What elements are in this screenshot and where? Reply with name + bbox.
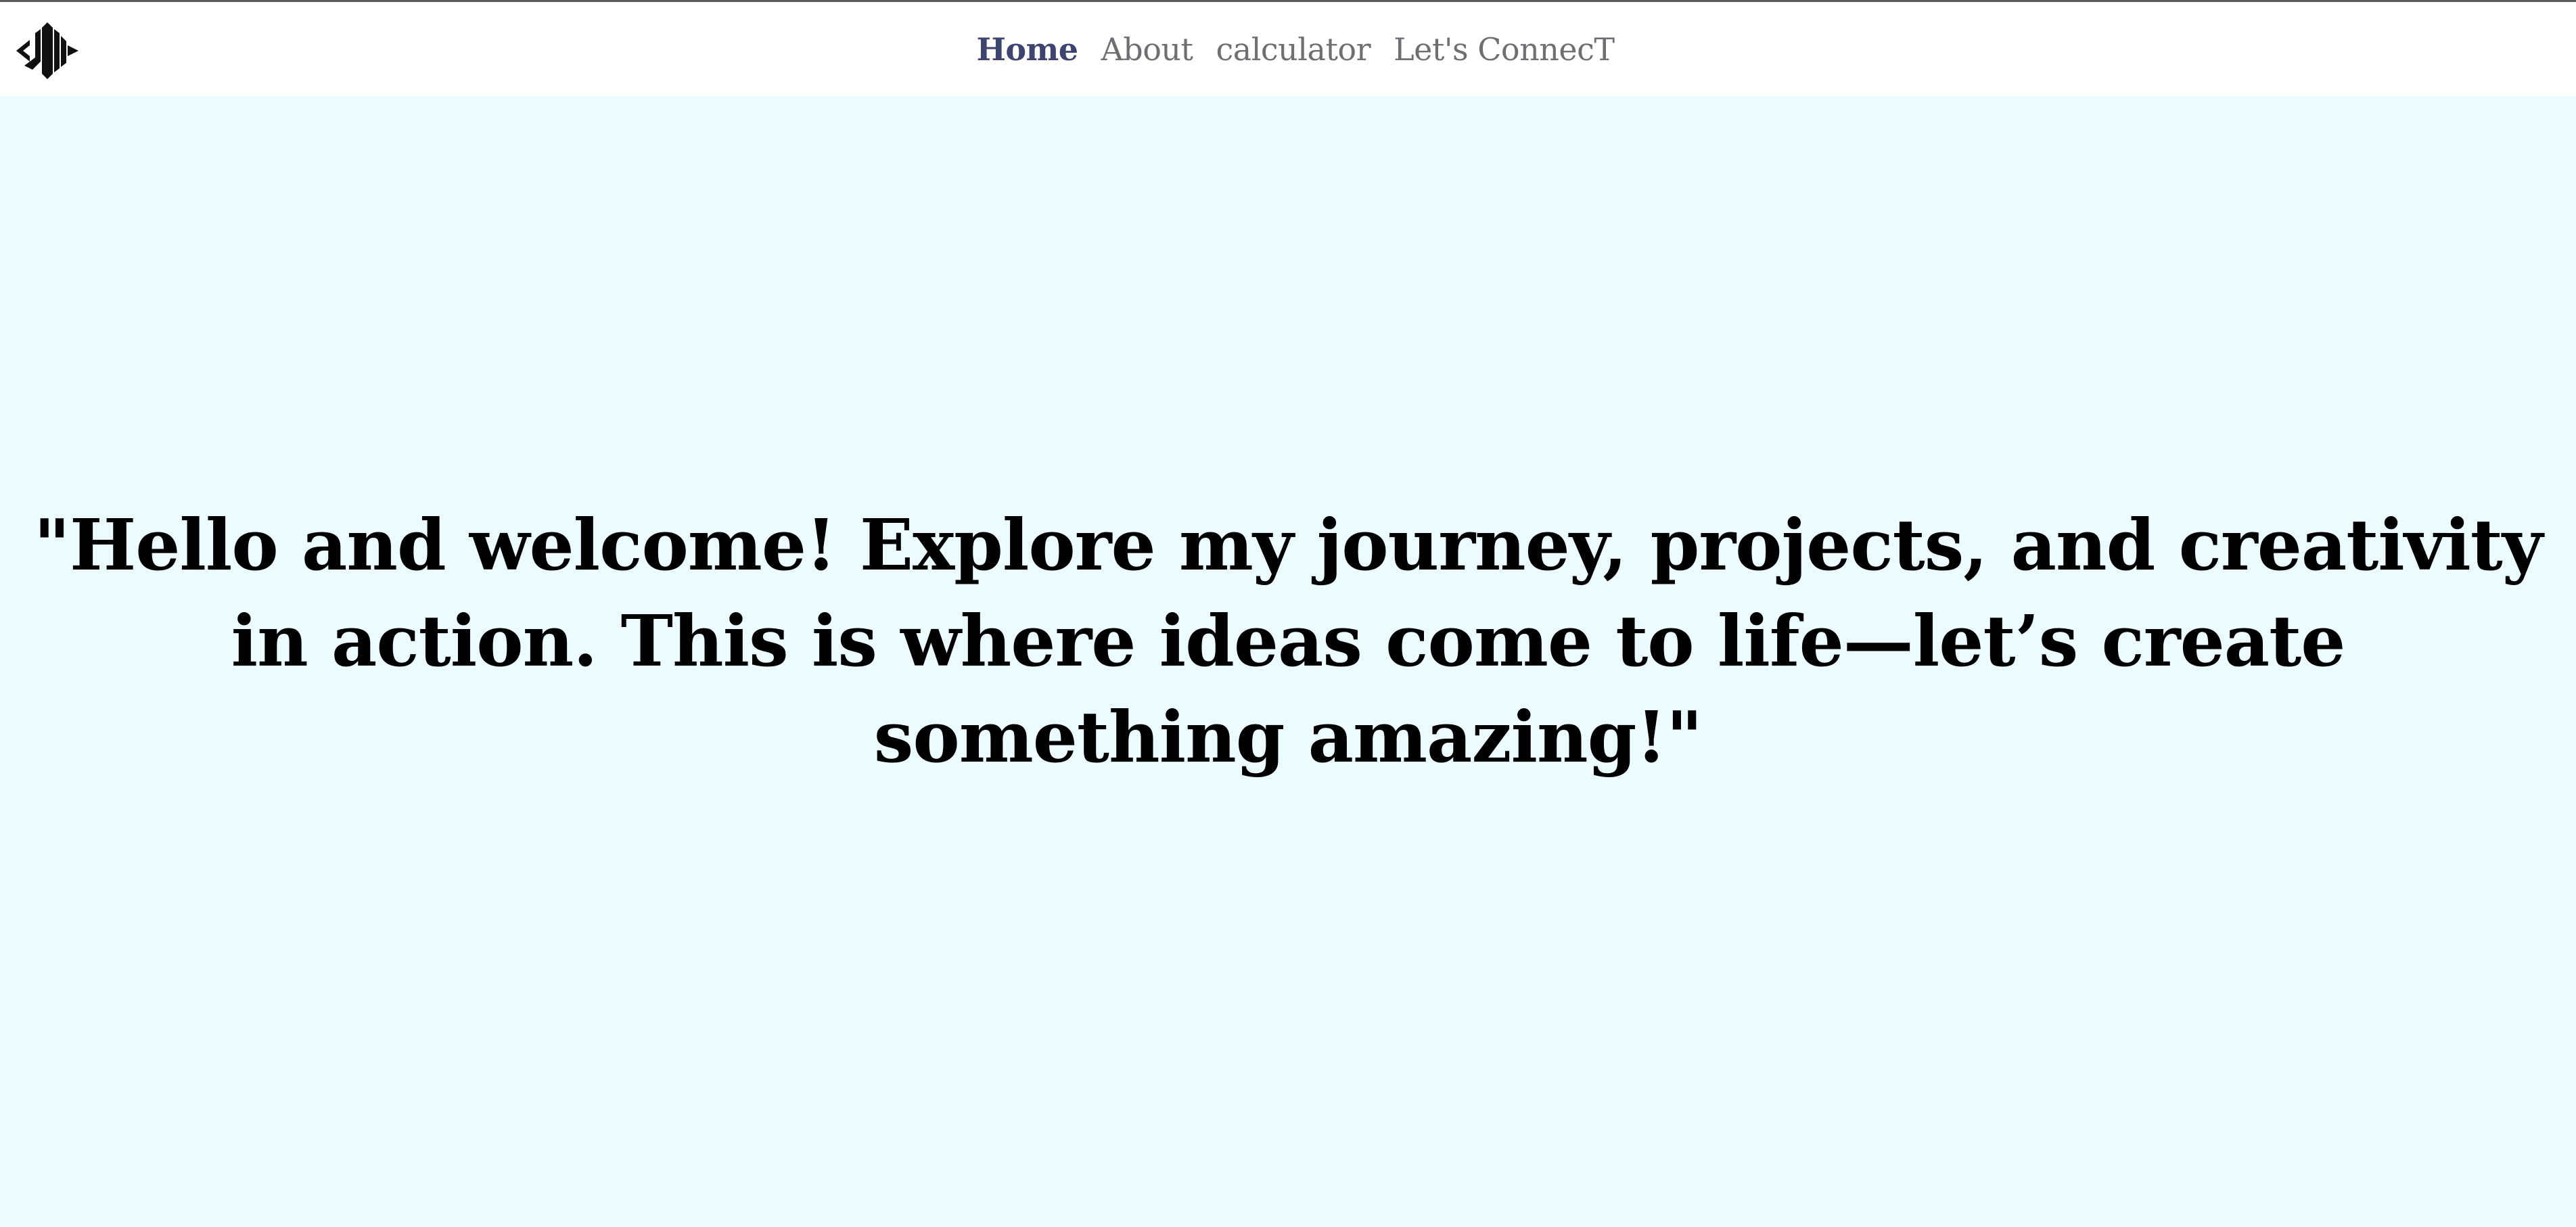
- nav-link-about[interactable]: About: [1101, 31, 1193, 68]
- hero-welcome-text: "Hello and welcome! Explore my journey, …: [33, 503, 2543, 779]
- nav-link-calculator[interactable]: calculator: [1216, 31, 1371, 68]
- nav-link-connect[interactable]: Let's ConnecT: [1394, 31, 1615, 68]
- nav-link-home[interactable]: Home: [976, 31, 1078, 68]
- navbar: Home About calculator Let's ConnecT: [0, 2, 2576, 96]
- main-nav: Home About calculator Let's ConnecT: [0, 2, 2576, 96]
- hero-section: "Hello and welcome! Explore my journey, …: [0, 96, 2576, 1227]
